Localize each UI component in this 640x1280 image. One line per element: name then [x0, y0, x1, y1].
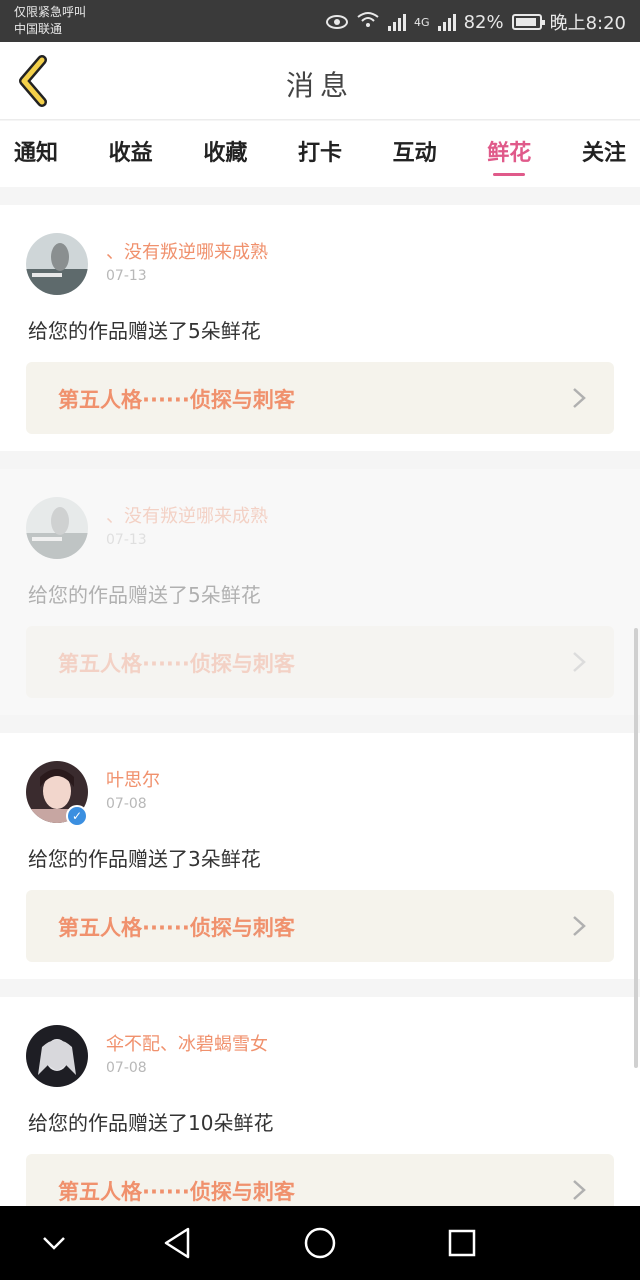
tab-flowers[interactable]: 鲜花: [487, 121, 531, 187]
eye-icon: [326, 15, 349, 29]
circle-home-icon: [304, 1227, 336, 1259]
work-title: 第五人格······侦探与刺客: [58, 388, 295, 412]
tab-favorites[interactable]: 收藏: [203, 121, 247, 187]
notification-date: 07-08: [106, 796, 147, 812]
work-title: 第五人格······侦探与刺客: [58, 652, 295, 676]
work-title: 第五人格······侦探与刺客: [58, 1180, 295, 1204]
status-bar: 仅限紧急呼叫 中国联通 4G 82% 晚上8:20: [0, 0, 640, 42]
chevron-right-icon: [573, 388, 586, 408]
network-type: 4G: [414, 15, 430, 29]
back-nav-button[interactable]: [138, 1206, 218, 1280]
chevron-right-icon: [573, 916, 586, 936]
notification-date: 07-13: [106, 268, 147, 284]
user-name[interactable]: 、没有叛逆哪来成熟: [106, 502, 268, 528]
tab-earnings[interactable]: 收益: [109, 121, 153, 187]
status-carrier: 仅限紧急呼叫 中国联通: [14, 4, 86, 38]
notification-message: 给您的作品赠送了10朵鲜花: [28, 1111, 274, 1135]
signal-icon: [388, 13, 407, 31]
status-emergency-text: 仅限紧急呼叫: [14, 5, 87, 19]
page-title: 消息: [285, 69, 354, 102]
triangle-back-icon: [164, 1227, 190, 1259]
chevron-right-icon: [573, 1180, 586, 1200]
chevron-right-icon: [573, 652, 586, 672]
notification-message: 给您的作品赠送了5朵鲜花: [28, 319, 261, 343]
battery-icon: [511, 14, 545, 30]
tab-notifications[interactable]: 通知: [14, 121, 58, 187]
recents-nav-button[interactable]: [422, 1206, 502, 1280]
work-title: 第五人格······侦探与刺客: [58, 916, 295, 940]
notification-date: 07-13: [106, 532, 147, 548]
signal-icon-2: [437, 13, 456, 31]
work-link[interactable]: 第五人格······侦探与刺客: [26, 626, 614, 698]
app-header: 消息: [0, 42, 640, 120]
notification-list: 、没有叛逆哪来成熟 07-13 给您的作品赠送了5朵鲜花 第五人格······侦…: [0, 205, 640, 1261]
tab-interactions[interactable]: 互动: [393, 121, 437, 187]
tab-bar: 通知 收益 收藏 打卡 互动 鲜花 关注: [0, 121, 640, 187]
list-item: 、没有叛逆哪来成熟 07-13 给您的作品赠送了5朵鲜花 第五人格······侦…: [0, 205, 640, 451]
tab-follows[interactable]: 关注: [582, 121, 626, 187]
list-item: 、没有叛逆哪来成熟 07-13 给您的作品赠送了5朵鲜花 第五人格······侦…: [0, 469, 640, 715]
home-nav-button[interactable]: [280, 1206, 360, 1280]
status-icons: 4G 82% 晚上8:20: [326, 9, 626, 35]
notification-message: 给您的作品赠送了5朵鲜花: [28, 583, 261, 607]
notification-message: 给您的作品赠送了3朵鲜花: [28, 847, 261, 871]
list-item: ✓ 叶思尔 07-08 给您的作品赠送了3朵鲜花 第五人格······侦探与刺客: [0, 733, 640, 979]
work-link[interactable]: 第五人格······侦探与刺客: [26, 362, 614, 434]
avatar[interactable]: [26, 497, 88, 559]
status-carrier-text: 中国联通: [14, 22, 63, 36]
user-name[interactable]: 、没有叛逆哪来成熟: [106, 238, 268, 264]
system-nav-bar: [0, 1206, 640, 1280]
wifi-icon: [356, 11, 380, 34]
scrollbar[interactable]: [634, 628, 638, 1068]
clock: 晚上8:20: [549, 13, 626, 34]
avatar[interactable]: [26, 233, 88, 295]
user-name[interactable]: 伞不配、冰碧蝎雪女: [106, 1030, 268, 1056]
avatar[interactable]: [26, 1025, 88, 1087]
work-link[interactable]: 第五人格······侦探与刺客: [26, 890, 614, 962]
notification-date: 07-08: [106, 1060, 147, 1076]
chevron-down-icon: [43, 1237, 65, 1250]
verified-badge-icon: ✓: [66, 805, 88, 827]
tab-checkin[interactable]: 打卡: [298, 121, 342, 187]
collapse-nav-button[interactable]: [14, 1206, 94, 1280]
battery-percent: 82%: [463, 11, 504, 33]
user-name[interactable]: 叶思尔: [106, 766, 160, 792]
square-recents-icon: [448, 1229, 476, 1257]
